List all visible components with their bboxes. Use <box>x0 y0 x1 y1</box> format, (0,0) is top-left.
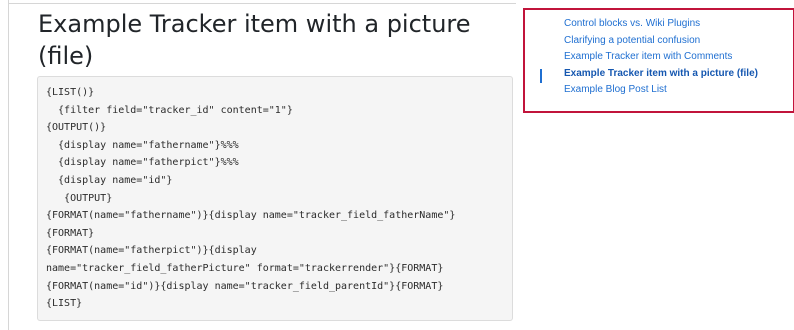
toc-link-tracker-comments[interactable]: Example Tracker item with Comments <box>564 49 758 66</box>
code-line: {FORMAT(name="id")}{display name="tracke… <box>46 280 444 292</box>
table-of-contents: Control blocks vs. Wiki Plugins Clarifyi… <box>523 8 794 113</box>
code-line: {filter field="tracker_id" content="1"} <box>46 104 293 116</box>
toc-link-blog-post-list[interactable]: Example Blog Post List <box>564 82 758 99</box>
toc-link-clarifying-confusion[interactable]: Clarifying a potential confusion <box>564 33 758 50</box>
code-block: {LIST()} {filter field="tracker_id" cont… <box>37 76 513 321</box>
code-line: {LIST} <box>46 298 83 310</box>
code-line: {display name="fathername"}%%% <box>46 139 239 151</box>
code-line: {FORMAT(name="fatherpict")}{display <box>46 245 257 257</box>
page-title: Example Tracker item with a picture (fil… <box>38 10 471 70</box>
code-line: {OUTPUT} <box>46 192 113 204</box>
code-line: {display name="fatherpict"}%%% <box>46 157 239 169</box>
code-line: {display name="id"} <box>46 174 173 186</box>
toc-link-tracker-picture[interactable]: Example Tracker item with a picture (fil… <box>564 66 758 83</box>
code-line: {FORMAT(name="fathername")}{display name… <box>46 210 456 222</box>
toc-list: Control blocks vs. Wiki Plugins Clarifyi… <box>564 16 758 99</box>
active-section-marker <box>540 69 542 83</box>
code-line: name="tracker_field_fatherPicture" forma… <box>46 262 444 274</box>
content-left-border <box>8 0 9 330</box>
code-text: {LIST()} {filter field="tracker_id" cont… <box>46 84 504 313</box>
code-line: {LIST()} <box>46 87 95 98</box>
code-line: {FORMAT} <box>46 227 95 239</box>
code-line: {OUTPUT()} <box>46 122 107 134</box>
toc-link-control-blocks[interactable]: Control blocks vs. Wiki Plugins <box>564 16 758 33</box>
content-top-border <box>8 3 516 4</box>
